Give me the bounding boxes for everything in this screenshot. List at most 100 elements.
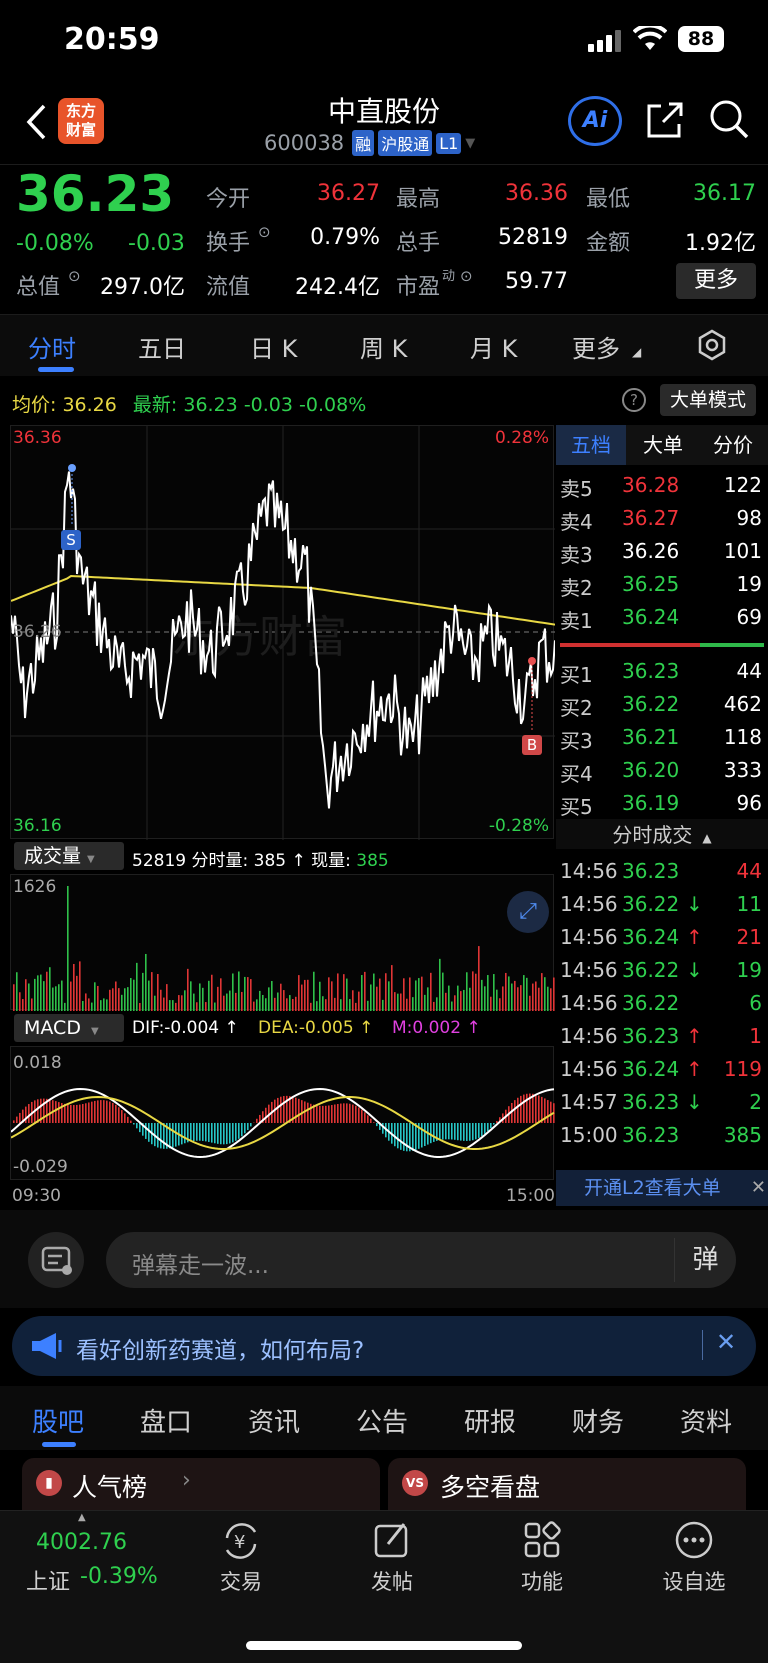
info-icon[interactable]: ⊙ [460, 267, 473, 285]
volume-bar [271, 981, 273, 1011]
volume-bar [238, 971, 240, 1011]
long-short-card[interactable]: VS 多空看盘 [388, 1458, 746, 1510]
bid-level-row[interactable]: 买2 36.22 462 [556, 688, 768, 721]
stock-header: 东方 财富 中直股份 600038 融 沪股通 L1 ▼ Ai [0, 84, 768, 164]
edit-icon[interactable] [372, 1520, 412, 1560]
tab-monthly-k[interactable]: 月 K [470, 329, 517, 364]
volume-indicator-button[interactable]: 成交量 ▼ [14, 842, 124, 870]
nav-trade[interactable]: 交易 [191, 1566, 291, 1596]
tab-large-orders[interactable]: 大单 [628, 425, 698, 465]
nav-functions[interactable]: 功能 [492, 1566, 592, 1596]
intraday-chart[interactable]: 东方财富 36.36 36.26 36.16 0.28% -0.28% S B [10, 425, 555, 840]
macd-bar [109, 1101, 111, 1123]
turnover-label: 换手 [206, 231, 251, 256]
share-icon[interactable] [645, 100, 685, 140]
volume-bar [181, 995, 183, 1011]
macd-bar [445, 1123, 447, 1140]
tab-news[interactable]: 资讯 [248, 1402, 300, 1439]
trade-arrow: ↑ [686, 1024, 703, 1048]
tab-five-levels[interactable]: 五档 [556, 425, 626, 465]
ask-level-row[interactable]: 卖1 36.24 69 [556, 601, 768, 634]
tab-daily-k[interactable]: 日 K [250, 329, 297, 364]
volume-bar [79, 961, 81, 1011]
notice-banner[interactable]: 看好创新药赛道，如何布局? ✕ [12, 1316, 756, 1376]
status-bar: 20:59 88 [0, 0, 768, 84]
tab-profile[interactable]: 资料 [680, 1402, 732, 1439]
bid-level-row[interactable]: 买5 36.19 96 [556, 787, 768, 820]
tag-margin: 融 [352, 130, 375, 156]
sell-marker[interactable]: S [61, 530, 81, 550]
macd-bar [457, 1123, 459, 1141]
macd-bar [226, 1123, 228, 1145]
tab-research[interactable]: 研报 [464, 1402, 516, 1439]
bid-level-row[interactable]: 买1 36.23 44 [556, 655, 768, 688]
volume-bar [70, 981, 72, 1011]
large-order-mode-button[interactable]: 大单模式 [660, 384, 756, 416]
level-label: 买1 [560, 663, 593, 687]
time-end-label: 15:00 [506, 1186, 555, 1206]
ask-level-row[interactable]: 卖5 36.28 122 [556, 469, 768, 502]
tab-more[interactable]: 更多 [572, 329, 620, 364]
nav-post[interactable]: 发帖 [342, 1566, 442, 1596]
danmu-input[interactable]: 弹幕走一波... 弹 [106, 1232, 736, 1288]
settings-icon[interactable] [696, 329, 728, 361]
trade-price: 36.22 [622, 958, 680, 982]
tab-intraday[interactable]: 分时 [28, 329, 76, 364]
macd-bar [349, 1103, 351, 1123]
macd-bar [205, 1123, 207, 1142]
macd-bar [91, 1101, 93, 1123]
danmu-send-button[interactable]: 弹 [674, 1238, 736, 1282]
tab-order-book[interactable]: 盘口 [140, 1402, 192, 1439]
level-volume: 462 [723, 692, 762, 716]
ask-level-row[interactable]: 卖4 36.27 98 [556, 502, 768, 535]
volume-bar [166, 984, 168, 1011]
trades-header[interactable]: 分时成交 ▲ [556, 819, 768, 849]
ai-button[interactable]: Ai [568, 96, 622, 146]
trade-row: 14:56 36.23 ↑ 1 [556, 1020, 768, 1055]
info-icon[interactable]: ⊙ [258, 223, 271, 241]
help-icon[interactable]: ? [622, 388, 646, 412]
volume-bar [229, 990, 231, 1011]
tab-five-day[interactable]: 五日 [138, 329, 186, 364]
tab-finance[interactable]: 财务 [572, 1402, 624, 1439]
buy-marker[interactable]: B [522, 735, 542, 755]
nav-add-watchlist[interactable]: 设自选 [644, 1566, 744, 1596]
trade-icon[interactable]: ¥ [219, 1520, 263, 1562]
volume-bar [448, 985, 450, 1011]
bid-level-row[interactable]: 买3 36.21 118 [556, 721, 768, 754]
expand-icon[interactable]: ⤢ [507, 891, 549, 933]
stock-code-row[interactable]: 600038 融 沪股通 L1 ▼ [264, 130, 475, 156]
index-pct[interactable]: -0.39% [80, 1564, 158, 1589]
volume-bar [553, 977, 555, 1011]
more-button[interactable]: 更多 [676, 263, 756, 299]
trades-title: 分时成交 [612, 823, 693, 847]
close-icon[interactable]: ✕ [751, 1170, 766, 1206]
tab-announcements[interactable]: 公告 [356, 1402, 408, 1439]
tab-weekly-k[interactable]: 周 K [360, 329, 407, 364]
close-icon[interactable]: ✕ [716, 1328, 736, 1356]
index-value[interactable]: 4002.76 [36, 1530, 127, 1555]
level-price: 36.24 [622, 605, 680, 629]
popularity-card[interactable]: ▮ 人气榜 › [22, 1458, 380, 1510]
info-icon[interactable]: ⊙ [68, 267, 81, 285]
corner-arrow-icon: ◢ [632, 345, 642, 359]
bid-level-row[interactable]: 买4 36.20 333 [556, 754, 768, 787]
macd-bar [49, 1099, 51, 1123]
l2-banner[interactable]: 开通L2查看大单 ✕ [556, 1170, 768, 1206]
index-name[interactable]: 上证 [26, 1564, 70, 1596]
trade-row: 14:56 36.24 ↑ 21 [556, 921, 768, 956]
macd-bar [328, 1105, 330, 1123]
macd-indicator-button[interactable]: MACD ▼ [14, 1014, 124, 1042]
intraday-chart-svg: 东方财富 [11, 426, 555, 840]
more-dots-icon[interactable] [674, 1520, 714, 1560]
trade-time: 14:56 [560, 1024, 618, 1048]
tab-forum[interactable]: 股吧 [32, 1402, 84, 1439]
search-icon[interactable] [708, 98, 750, 140]
ask-level-row[interactable]: 卖3 36.26 101 [556, 535, 768, 568]
level-price: 36.27 [622, 506, 680, 530]
danmu-toggle-icon[interactable] [28, 1232, 84, 1288]
tab-price-distribution[interactable]: 分价 [698, 425, 768, 465]
grid-icon[interactable] [522, 1520, 562, 1560]
macd-bar [301, 1100, 303, 1123]
ask-level-row[interactable]: 卖2 36.25 19 [556, 568, 768, 601]
